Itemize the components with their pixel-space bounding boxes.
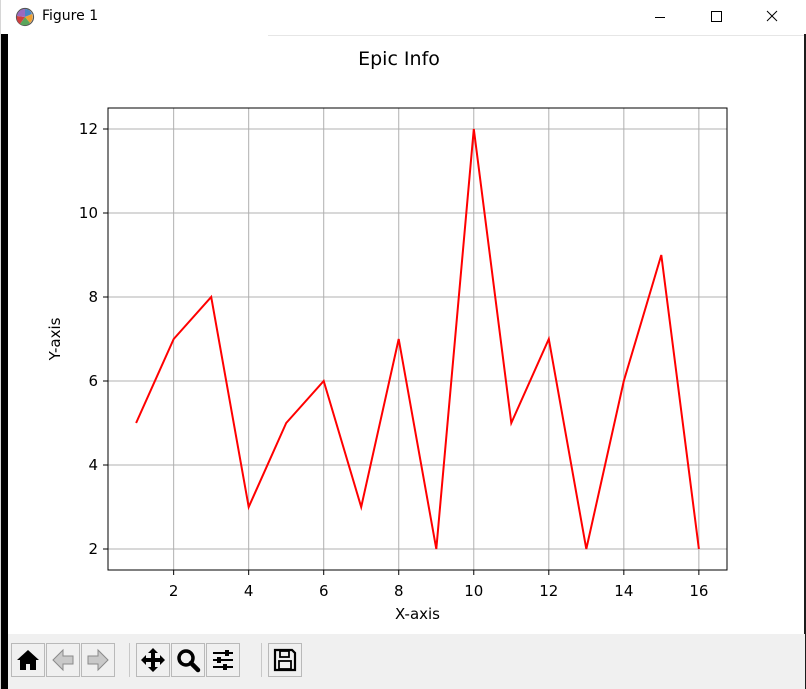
figure-window: Figure 1 Epic Info 2 4 6 8 10 12 14 16 2 4 6 8 10 1 [0, 0, 806, 689]
home-button[interactable] [11, 643, 45, 677]
y-axis-label: Y-axis [46, 317, 64, 361]
chart-title: Epic Info [358, 48, 440, 70]
axes-frame [107, 107, 728, 571]
sliders-icon [213, 650, 233, 670]
window-left-edge [1, 34, 8, 689]
y-tick-label: 12 [79, 120, 98, 138]
home-icon [17, 650, 39, 670]
magnifier-icon [177, 649, 201, 673]
close-button[interactable] [749, 0, 795, 34]
close-icon [766, 10, 778, 22]
x-tick-label: 12 [539, 582, 558, 600]
minimize-button[interactable] [637, 0, 683, 34]
x-tick-label: 8 [394, 582, 404, 600]
y-tick-label: 6 [88, 372, 98, 390]
pan-button[interactable] [136, 643, 170, 677]
navigation-toolbar [8, 634, 805, 689]
move-icon [141, 648, 165, 672]
x-tick-label: 14 [614, 582, 633, 600]
save-button[interactable] [268, 643, 302, 677]
arrow-left-icon [52, 648, 74, 672]
maximize-icon [711, 11, 722, 22]
x-axis-label: X-axis [395, 605, 440, 623]
y-tick-label: 4 [88, 456, 98, 474]
x-tick-label: 4 [244, 582, 254, 600]
arrow-right-icon [87, 648, 109, 672]
figure-canvas[interactable]: Epic Info 2 4 6 8 10 12 14 16 2 4 6 8 10 12 X-axis Y-… [8, 36, 805, 634]
forward-button[interactable] [81, 643, 115, 677]
y-tick-label: 10 [79, 204, 98, 222]
floppy-disk-icon [273, 648, 297, 672]
back-button[interactable] [46, 643, 80, 677]
minimize-icon [655, 17, 665, 18]
y-tick-label: 8 [88, 288, 98, 306]
title-bar[interactable]: Figure 1 [1, 0, 806, 34]
x-tick-label: 2 [169, 582, 179, 600]
series-line [135, 128, 700, 550]
zoom-button[interactable] [171, 643, 205, 677]
matplotlib-figure-icon [15, 7, 35, 27]
subplots-button[interactable] [206, 643, 240, 677]
window-title: Figure 1 [42, 8, 99, 24]
x-tick-label: 10 [464, 582, 483, 600]
x-tick-label: 6 [319, 582, 329, 600]
toolbar-separator [261, 643, 262, 677]
line-chart[interactable]: Epic Info 2 4 6 8 10 12 14 16 2 4 6 8 10 12 X-axis Y-… [8, 36, 805, 634]
x-tick-label: 16 [689, 582, 708, 600]
maximize-button[interactable] [693, 0, 739, 34]
y-tick-label: 2 [88, 540, 98, 558]
toolbar-separator [129, 643, 130, 677]
